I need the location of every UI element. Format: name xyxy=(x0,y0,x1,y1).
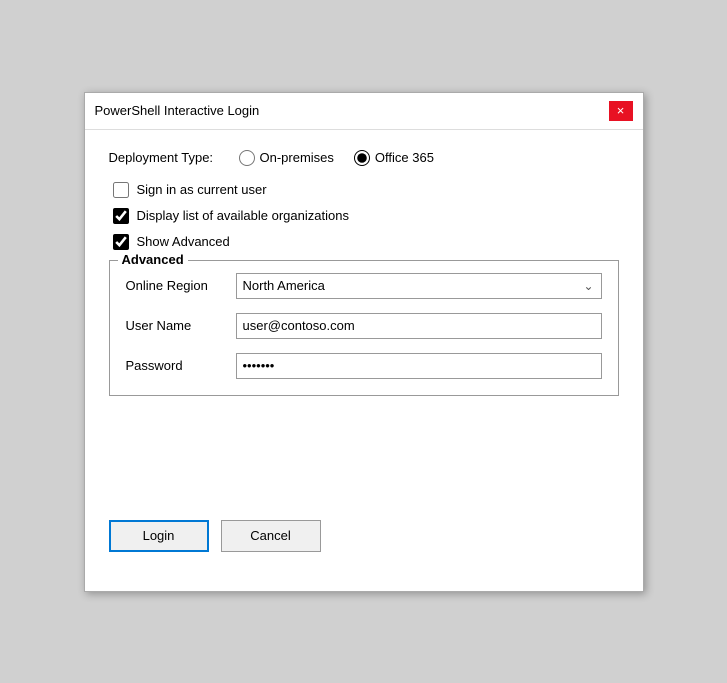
online-region-row: Online Region North America Europe Asia … xyxy=(126,273,602,299)
dialog-body: Deployment Type: On-premises Office 365 … xyxy=(85,130,643,416)
title-bar: PowerShell Interactive Login × xyxy=(85,93,643,130)
radio-office365-label: Office 365 xyxy=(375,150,434,165)
online-region-select[interactable]: North America Europe Asia Pacific South … xyxy=(236,273,602,299)
cancel-button[interactable]: Cancel xyxy=(221,520,321,552)
login-button[interactable]: Login xyxy=(109,520,209,552)
online-region-label: Online Region xyxy=(126,278,236,293)
username-label: User Name xyxy=(126,318,236,333)
dialog-window: PowerShell Interactive Login × Deploymen… xyxy=(84,92,644,592)
online-region-select-wrapper: North America Europe Asia Pacific South … xyxy=(236,273,602,299)
display-list-label[interactable]: Display list of available organizations xyxy=(137,208,349,223)
dialog-title: PowerShell Interactive Login xyxy=(95,103,260,118)
deployment-label: Deployment Type: xyxy=(109,150,239,165)
password-label: Password xyxy=(126,358,236,373)
close-button[interactable]: × xyxy=(609,101,633,121)
sign-in-current-user-row: Sign in as current user xyxy=(109,182,619,198)
advanced-legend: Advanced xyxy=(118,252,188,267)
show-advanced-row: Show Advanced xyxy=(109,234,619,250)
radio-office365-input[interactable] xyxy=(354,150,370,166)
radio-onpremises[interactable]: On-premises xyxy=(239,150,334,166)
password-input[interactable] xyxy=(236,353,602,379)
show-advanced-checkbox[interactable] xyxy=(113,234,129,250)
display-list-checkbox[interactable] xyxy=(113,208,129,224)
password-row: Password xyxy=(126,353,602,379)
advanced-group: Advanced Online Region North America Eur… xyxy=(109,260,619,396)
deployment-type-row: Deployment Type: On-premises Office 365 xyxy=(109,150,619,166)
radio-onpremises-label: On-premises xyxy=(260,150,334,165)
display-list-row: Display list of available organizations xyxy=(109,208,619,224)
username-row: User Name xyxy=(126,313,602,339)
sign-in-current-user-label[interactable]: Sign in as current user xyxy=(137,182,267,197)
sign-in-current-user-checkbox[interactable] xyxy=(113,182,129,198)
radio-office365[interactable]: Office 365 xyxy=(354,150,434,166)
deployment-radio-group: On-premises Office 365 xyxy=(239,150,434,166)
show-advanced-label[interactable]: Show Advanced xyxy=(137,234,230,249)
username-input[interactable] xyxy=(236,313,602,339)
radio-onpremises-input[interactable] xyxy=(239,150,255,166)
button-row: Login Cancel xyxy=(85,496,643,572)
